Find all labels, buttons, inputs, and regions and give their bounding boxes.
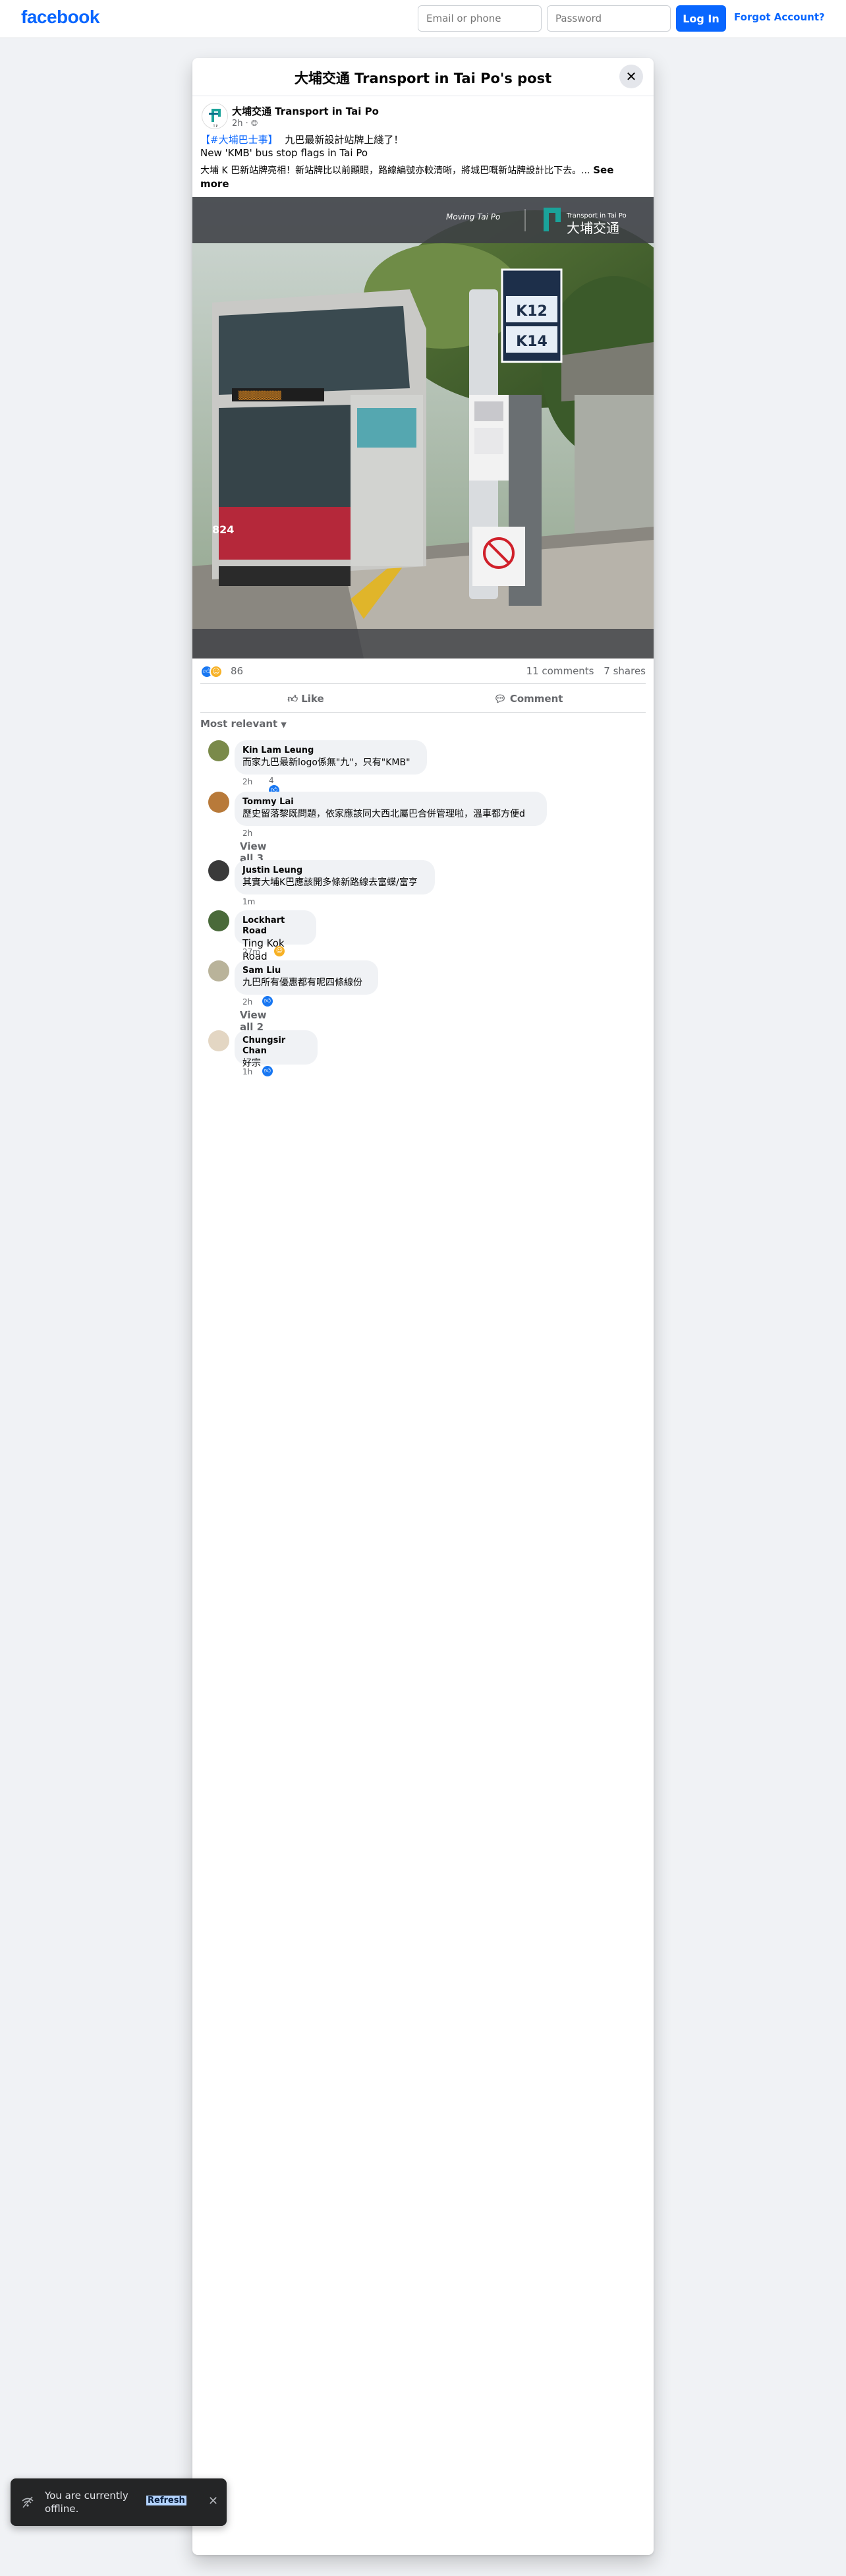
avatar[interactable] bbox=[208, 860, 229, 881]
facebook-logo[interactable]: facebook bbox=[21, 7, 99, 28]
offline-toast: You are currently offline. Refresh ✕ bbox=[11, 2478, 227, 2526]
photo-brand-moving: Moving Tai Po bbox=[446, 212, 500, 221]
reaction-count[interactable]: 86 bbox=[231, 665, 243, 677]
comment-reactions[interactable]: 👍︎ bbox=[262, 1066, 273, 1076]
post-headline: 九巴最新設計站牌上綫了！ bbox=[285, 134, 404, 146]
comment-time[interactable]: 2h bbox=[242, 777, 252, 786]
close-icon[interactable]: ✕ bbox=[619, 65, 643, 88]
photo-brand-english: Transport in Tai Po bbox=[566, 212, 627, 220]
dialog-header: 大埔交通 Transport in Tai Po's post ✕ bbox=[192, 58, 654, 96]
post-headline-line: 【#大埔巴士事】 九巴最新設計站牌上綫了！ bbox=[200, 133, 646, 146]
post-photo[interactable]: ▒▒▒▒▒▒▒▒▒ 824 K12 K14 Moving Tai Po Tran… bbox=[192, 197, 654, 659]
comment-reactions[interactable]: 👍︎ bbox=[262, 996, 273, 1007]
wifi-off-icon bbox=[21, 2496, 34, 2509]
haha-reaction-icon: ☺ bbox=[274, 946, 285, 956]
chevron-down-icon: ▼ bbox=[281, 720, 287, 729]
post-dialog: 大埔交通 Transport in Tai Po's post ✕ T.P 大埔… bbox=[192, 58, 654, 2555]
comment-bubble: Sam Liu 九巴所有優惠都有呢四條線份 bbox=[235, 960, 378, 995]
comment-reactions[interactable]: ☺ bbox=[274, 946, 285, 956]
comment-text: 好宗 bbox=[242, 1058, 261, 1068]
post-actions: 👍︎ Like 💬︎ Comment bbox=[200, 684, 646, 713]
comment-time[interactable]: 27m bbox=[242, 947, 260, 956]
route-k14-label: K14 bbox=[516, 334, 548, 350]
comment-bubble: Justin Leung 其實大埔K巴應該開多條新路線去富蝶/富亨 bbox=[235, 860, 435, 894]
thumbs-up-icon: 👍︎ bbox=[287, 693, 298, 705]
comment-bubble: Lockhart Road Ting Kok Road bbox=[235, 910, 316, 962]
separator-dot: · bbox=[245, 119, 251, 129]
reactions-bar: 👍︎ ☺ 86 11 comments 7 shares bbox=[200, 659, 646, 684]
bus-number: 824 bbox=[212, 523, 234, 536]
post-time[interactable]: 2h bbox=[232, 119, 243, 129]
comments-list: Kin Lam Leung 而家九巴最新logo係無"九"，只有"KMB" 2h… bbox=[192, 740, 654, 1109]
avatar[interactable] bbox=[208, 740, 229, 761]
sort-label: Most relevant bbox=[200, 718, 278, 730]
comment-button[interactable]: 💬︎ Comment bbox=[423, 689, 634, 709]
comment-time[interactable]: 2h bbox=[242, 829, 252, 838]
comment-time[interactable]: 2h bbox=[242, 997, 252, 1007]
photo-brand-chinese: 大埔交通 bbox=[567, 220, 619, 236]
page-name[interactable]: 大埔交通 Transport in Tai Po bbox=[232, 104, 379, 118]
comment-author[interactable]: Lockhart Road bbox=[242, 916, 308, 937]
refresh-button[interactable]: Refresh bbox=[146, 2496, 186, 2505]
route-k12-label: K12 bbox=[516, 303, 548, 320]
avatar[interactable] bbox=[208, 1030, 229, 1051]
post-stats: 11 comments 7 shares bbox=[526, 665, 646, 677]
like-reaction-icon: 👍︎ bbox=[262, 996, 273, 1007]
svg-text:T.P: T.P bbox=[212, 125, 217, 129]
avatar[interactable] bbox=[208, 792, 229, 813]
comment-text: 歷史留落黎既問題，依家應該同大西北屬巴合併管理啦，溫車都方便d bbox=[242, 809, 525, 819]
avatar[interactable] bbox=[208, 910, 229, 931]
comment-bubble: Kin Lam Leung 而家九巴最新logo係無"九"，只有"KMB" bbox=[235, 740, 427, 775]
offline-message: You are currently offline. bbox=[45, 2490, 128, 2515]
page-avatar[interactable]: T.P bbox=[202, 103, 228, 129]
comment-author[interactable]: Justin Leung bbox=[242, 865, 427, 876]
login-button[interactable]: Log In bbox=[676, 5, 726, 32]
comment-time[interactable]: 1m bbox=[242, 897, 255, 906]
post-header: T.P 大埔交通 Transport in Tai Po 2h · 🌐︎ bbox=[192, 96, 654, 133]
comment-sort-dropdown[interactable]: Most relevant ▼ bbox=[200, 718, 646, 735]
comment-author[interactable]: Tommy Lai bbox=[242, 797, 539, 807]
password-field[interactable] bbox=[547, 5, 671, 32]
post-text: 【#大埔巴士事】 九巴最新設計站牌上綫了！ New 'KMB' bus stop… bbox=[192, 133, 654, 190]
post-meta: 2h · 🌐︎ bbox=[232, 119, 258, 129]
comment-bubble: Tommy Lai 歷史留落黎既問題，依家應該同大西北屬巴合併管理啦，溫車都方便… bbox=[235, 792, 547, 826]
close-icon[interactable]: ✕ bbox=[208, 2494, 218, 2508]
svg-text:▒▒▒▒▒▒▒▒▒: ▒▒▒▒▒▒▒▒▒ bbox=[239, 390, 282, 400]
comment-author[interactable]: Sam Liu bbox=[242, 966, 370, 976]
comment-reaction-count: 4 bbox=[269, 776, 274, 785]
forgot-account-link[interactable]: Forgot Account? bbox=[734, 11, 825, 23]
haha-reaction-icon: ☺ bbox=[210, 664, 223, 678]
globe-icon: 🌐︎ bbox=[250, 119, 258, 129]
comment-text: 其實大埔K巴應該開多條新路線去富蝶/富亨 bbox=[242, 877, 418, 888]
comment-bubble-icon: 💬︎ bbox=[494, 693, 507, 705]
comments-count[interactable]: 11 comments bbox=[526, 665, 594, 677]
comment-text: 九巴所有優惠都有呢四條線份 bbox=[242, 978, 362, 988]
post-body: 大埔 K 巴新站牌亮相！新站牌比以前顯眼，路線編號亦較清晰，將城巴嘅新站牌設計比… bbox=[200, 165, 590, 176]
comment-author[interactable]: Kin Lam Leung bbox=[242, 746, 419, 756]
comment-text: 而家九巴最新logo係無"九"，只有"KMB" bbox=[242, 757, 410, 768]
like-button[interactable]: 👍︎ Like bbox=[200, 689, 411, 709]
hashtag-link[interactable]: 【#大埔巴士事】 bbox=[200, 134, 278, 146]
dialog-title: 大埔交通 Transport in Tai Po's post bbox=[294, 71, 552, 86]
like-reaction-icon: 👍︎ bbox=[262, 1066, 273, 1076]
post-subtitle: New 'KMB' bus stop flags in Tai Po bbox=[200, 147, 368, 159]
comment-label: Comment bbox=[509, 693, 563, 705]
avatar[interactable] bbox=[208, 960, 229, 981]
top-navigation-bar: facebook Log In Forgot Account? bbox=[0, 0, 846, 38]
shares-count[interactable]: 7 shares bbox=[604, 665, 646, 677]
email-field[interactable] bbox=[418, 5, 542, 32]
post-body-line: 大埔 K 巴新站牌亮相！新站牌比以前顯眼，路線編號亦較清晰，將城巴嘅新站牌設計比… bbox=[200, 163, 646, 190]
reaction-icons[interactable]: 👍︎ ☺ bbox=[200, 664, 223, 678]
comment-bubble: Chungsir Chan 好宗 bbox=[235, 1030, 318, 1068]
comment-time[interactable]: 1h bbox=[242, 1067, 252, 1076]
comment-author[interactable]: Chungsir Chan bbox=[242, 1036, 310, 1057]
like-label: Like bbox=[301, 693, 324, 705]
